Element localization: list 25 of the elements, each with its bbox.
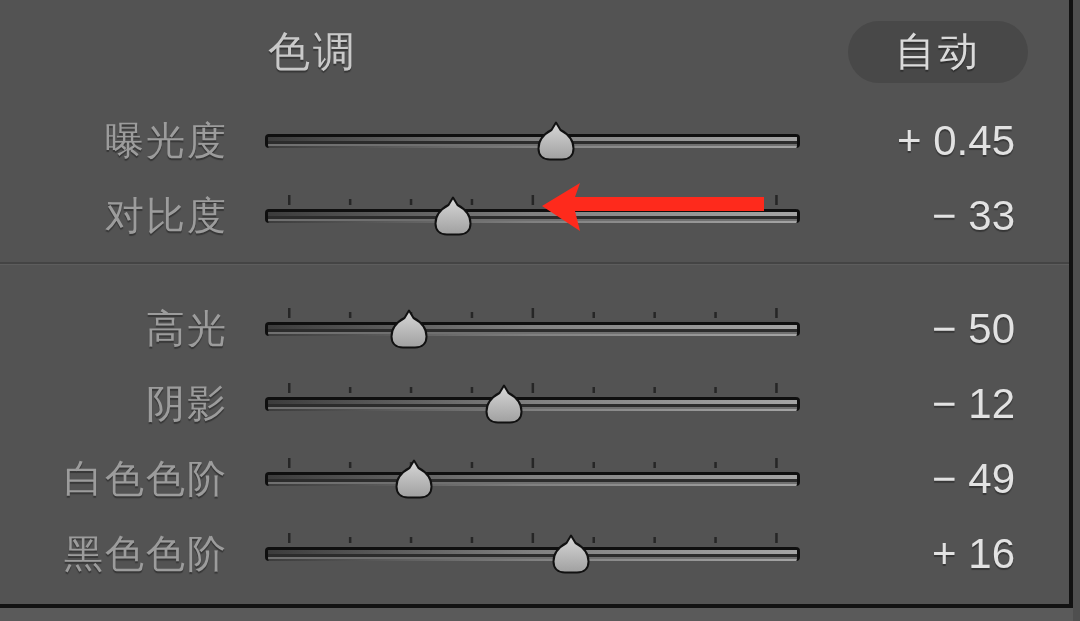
slider-thumb[interactable] bbox=[551, 533, 591, 574]
slider-thumb[interactable] bbox=[484, 383, 525, 424]
slider-thumb[interactable] bbox=[394, 458, 435, 499]
slider-value: + 0.45 bbox=[896, 116, 1015, 165]
slider-label: 对比度 bbox=[104, 191, 228, 240]
slider-track[interactable] bbox=[265, 471, 800, 486]
slider-track[interactable] bbox=[265, 133, 800, 148]
slider-value: − 50 bbox=[931, 304, 1015, 353]
panel-title: 色调 bbox=[268, 25, 358, 78]
slider-label: 高光 bbox=[145, 304, 228, 353]
slider-track[interactable] bbox=[265, 396, 800, 411]
slider-label: 黑色色阶 bbox=[63, 529, 228, 578]
slider-thumb[interactable] bbox=[388, 308, 429, 349]
slider-label: 阴影 bbox=[145, 379, 228, 428]
slider-track[interactable] bbox=[265, 546, 800, 561]
slider-thumb[interactable] bbox=[536, 120, 577, 161]
slider-label: 曝光度 bbox=[104, 116, 228, 165]
slider-track[interactable] bbox=[265, 321, 800, 336]
slider-value: + 16 bbox=[931, 529, 1015, 578]
auto-button[interactable]: 自动 bbox=[848, 20, 1028, 83]
slider-thumb[interactable] bbox=[432, 195, 473, 236]
slider-value: − 49 bbox=[931, 454, 1015, 503]
slider-label: 白色色阶 bbox=[63, 454, 228, 503]
slider-value: − 33 bbox=[931, 191, 1015, 240]
slider-value: − 12 bbox=[931, 379, 1015, 428]
